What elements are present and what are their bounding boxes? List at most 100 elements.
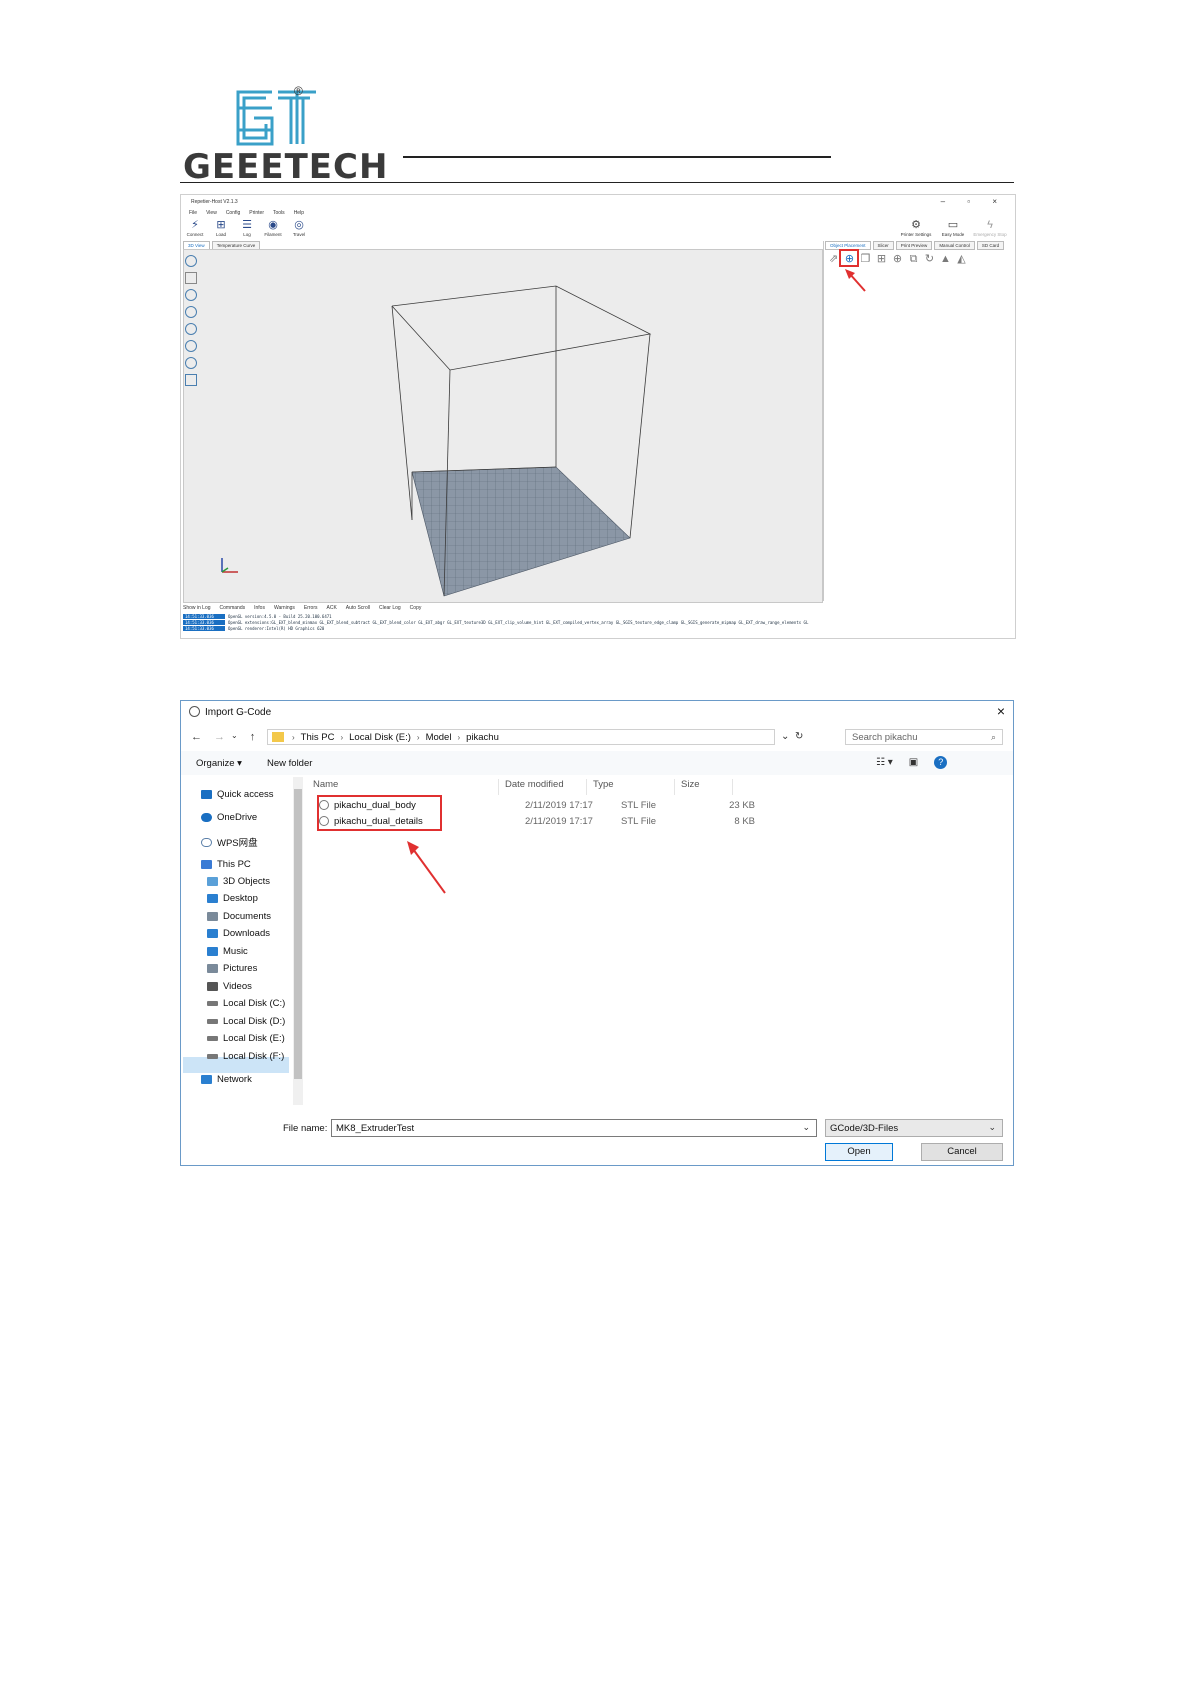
tab-slicer[interactable]: Slicer — [872, 241, 894, 250]
breadcrumb-model[interactable]: Model — [426, 732, 452, 743]
log-clear[interactable]: Clear Log — [379, 605, 401, 611]
recent-dropdown-icon[interactable]: ⌄ — [231, 731, 238, 743]
3d-view-canvas[interactable] — [183, 249, 823, 603]
rotate-object-icon[interactable]: ↻ — [923, 253, 936, 266]
organize-button[interactable]: Organize ▾ — [196, 758, 242, 769]
address-bar[interactable]: › This PC › Local Disk (E:) › Model › pi… — [267, 729, 775, 745]
move-view-icon[interactable] — [185, 272, 197, 284]
log-auto-scroll[interactable]: Auto Scroll — [346, 605, 370, 611]
file-size: 8 KB — [734, 815, 755, 827]
forward-arrow-icon[interactable]: → — [214, 731, 225, 743]
disk-icon — [207, 1054, 218, 1059]
window-controls[interactable]: – ▫ × — [941, 197, 1007, 206]
nav-onedrive[interactable]: OneDrive — [201, 812, 257, 823]
nav-quick-access[interactable]: Quick access — [201, 789, 274, 800]
gear-icon: ⚙ — [911, 219, 921, 231]
nav-pictures[interactable]: Pictures — [207, 963, 257, 974]
menu-file[interactable]: File — [189, 210, 197, 216]
file-date: 2/11/2019 17:17 — [525, 799, 593, 811]
refresh-icon[interactable]: ↻ — [795, 731, 803, 742]
file-type: STL File — [621, 799, 657, 811]
cancel-button[interactable]: Cancel — [921, 1143, 1003, 1161]
column-date-modified[interactable]: Date modified — [499, 779, 587, 795]
monitor-icon — [201, 860, 212, 869]
back-arrow-icon[interactable]: ← — [191, 731, 202, 743]
scale-object-icon[interactable]: ⧉ — [907, 253, 920, 266]
autoposition-icon[interactable]: ⊞ — [875, 253, 888, 266]
travel-button[interactable]: ◎ Travel — [289, 219, 309, 237]
nav-wps[interactable]: WPS网盘 — [201, 835, 258, 849]
cut-object-icon[interactable]: ▲ — [939, 253, 952, 266]
parallel-view-icon[interactable] — [185, 374, 197, 386]
nav-desktop[interactable]: Desktop — [207, 893, 258, 904]
open-button[interactable]: Open — [825, 1143, 893, 1161]
reset-view-icon[interactable] — [185, 306, 197, 318]
column-type[interactable]: Type — [587, 779, 675, 795]
menu-tools[interactable]: Tools — [273, 210, 285, 216]
nav-scroll-thumb[interactable] — [294, 789, 302, 1079]
nav-downloads[interactable]: Downloads — [207, 928, 270, 939]
nav-videos[interactable]: Videos — [207, 981, 252, 992]
printer-settings-button[interactable]: ⚙ Printer Settings — [899, 219, 933, 237]
picture-icon — [207, 964, 218, 973]
column-name[interactable]: Name — [307, 779, 499, 795]
up-arrow-icon[interactable]: ↑ — [250, 731, 256, 743]
filament-button[interactable]: ◉ Filament — [263, 219, 283, 237]
tab-manual-control[interactable]: Manual Control — [934, 241, 975, 250]
nav-local-disk-c[interactable]: Local Disk (C:) — [207, 998, 285, 1009]
log-filter-ack[interactable]: ACK — [327, 605, 337, 611]
menu-printer[interactable]: Printer — [249, 210, 264, 216]
menu-help[interactable]: Help — [294, 210, 304, 216]
nav-local-disk-e[interactable]: Local Disk (E:) — [207, 1033, 285, 1044]
rotate-view-icon[interactable] — [185, 255, 197, 267]
nav-local-disk-d[interactable]: Local Disk (D:) — [207, 1016, 285, 1027]
file-type-select[interactable]: GCode/3D-Files ⌄ — [825, 1119, 1003, 1137]
load-button[interactable]: ⊞ Load — [211, 219, 231, 237]
nav-this-pc[interactable]: This PC — [201, 859, 251, 870]
menu-config[interactable]: Config — [226, 210, 240, 216]
copy-object-icon[interactable]: ❐ — [859, 253, 872, 266]
menu-view[interactable]: View — [206, 210, 217, 216]
nav-local-disk-f[interactable]: Local Disk (F:) — [207, 1051, 284, 1062]
log-button[interactable]: ☰ Log — [237, 219, 257, 237]
nav-network[interactable]: Network — [201, 1074, 252, 1085]
nav-music[interactable]: Music — [207, 946, 248, 957]
search-placeholder: Search pikachu — [852, 732, 918, 743]
side-view-icon[interactable] — [185, 357, 197, 369]
mirror-object-icon[interactable]: ◭ — [955, 253, 968, 266]
nav-3d-objects[interactable]: 3D Objects — [207, 876, 270, 887]
log-copy[interactable]: Copy — [410, 605, 422, 611]
easy-mode-button[interactable]: ▭ Easy Mode — [939, 219, 967, 237]
eye-icon: ◉ — [268, 219, 278, 231]
log-filter-infos[interactable]: Infos — [254, 605, 265, 611]
breadcrumb-local-disk-e[interactable]: Local Disk (E:) — [349, 732, 411, 743]
help-icon[interactable]: ? — [934, 756, 948, 769]
window-title: Repetier-Host V2.1.3 — [191, 199, 238, 205]
log-filter-errors[interactable]: Errors — [304, 605, 318, 611]
cloud-icon — [201, 813, 212, 822]
connect-button[interactable]: ⚡ Connect — [185, 219, 205, 237]
tab-print-preview[interactable]: Print Preview — [895, 241, 933, 250]
zoom-icon[interactable] — [185, 289, 197, 301]
search-input[interactable]: Search pikachu ⌕ — [845, 729, 1003, 745]
chevron-down-icon[interactable]: ⌄ — [802, 1122, 810, 1133]
tab-sd-card[interactable]: SD Card — [976, 241, 1005, 250]
log-filter-commands[interactable]: Commands — [220, 605, 246, 611]
chevron-down-icon[interactable]: ⌄ — [781, 731, 789, 742]
emergency-stop-button[interactable]: ϟ Emergency Stop — [973, 219, 1007, 237]
breadcrumb-this-pc[interactable]: This PC — [301, 732, 335, 743]
log-filter-bar: Show in Log Commands Infos Warnings Erro… — [183, 604, 1013, 612]
new-folder-button[interactable]: New folder — [267, 758, 312, 769]
nav-documents[interactable]: Documents — [207, 911, 271, 922]
change-view-icon[interactable]: ☷ ▾ — [876, 757, 893, 768]
breadcrumb-pikachu[interactable]: pikachu — [466, 732, 499, 743]
top-view-icon[interactable] — [185, 340, 197, 352]
close-button[interactable]: × — [997, 703, 1005, 719]
center-object-icon[interactable]: ⊕ — [891, 253, 904, 266]
front-view-icon[interactable] — [185, 323, 197, 335]
file-size: 23 KB — [729, 799, 755, 811]
preview-pane-icon[interactable]: ▣ — [909, 757, 918, 768]
file-name-input[interactable]: MK8_ExtruderTest ⌄ — [331, 1119, 817, 1137]
column-size[interactable]: Size — [675, 779, 733, 795]
log-filter-warnings[interactable]: Warnings — [274, 605, 295, 611]
